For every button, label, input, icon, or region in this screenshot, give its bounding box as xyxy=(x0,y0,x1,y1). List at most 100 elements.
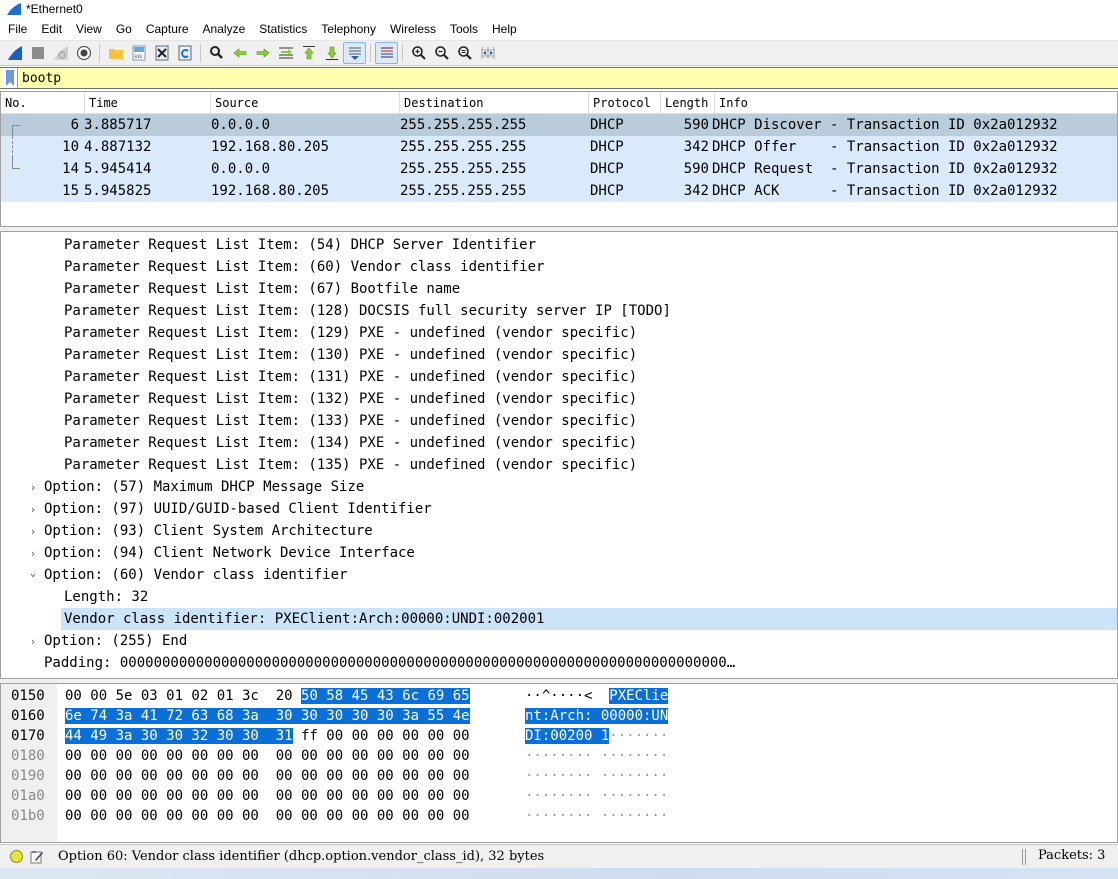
hex-bytes[interactable]: 00 00 00 00 00 00 00 00 00 00 00 00 00 0… xyxy=(65,786,470,806)
details-tree-item[interactable]: Parameter Request List Item: (128) DOCSI… xyxy=(1,300,1117,322)
hex-bytes[interactable]: 00 00 00 00 00 00 00 00 00 00 00 00 00 0… xyxy=(65,746,470,766)
hex-bytes-segment: 00 00 5e 03 01 02 01 3c 20 xyxy=(65,688,302,704)
details-tree-item[interactable]: Parameter Request List Item: (129) PXE -… xyxy=(1,322,1117,344)
details-tree-item[interactable]: › Option: (94) Client Network Device Inte… xyxy=(1,542,1117,564)
normal-size-button[interactable] xyxy=(453,42,476,64)
filter-bookmark-button[interactable] xyxy=(2,68,18,88)
packet-row[interactable]: 15 5.945825 192.168.80.205 255.255.255.2… xyxy=(1,180,1117,202)
menu-tools[interactable]: Tools xyxy=(443,22,485,36)
go-last-packet-button[interactable] xyxy=(320,42,343,64)
hex-bytes[interactable]: 44 49 3a 30 30 32 30 30 31 ff 00 00 00 0… xyxy=(65,726,470,746)
ascii-bytes[interactable]: nt:Arch: 00000:UN xyxy=(525,706,669,726)
hex-bytes[interactable]: 6e 74 3a 41 72 63 68 3a 30 30 30 30 30 3… xyxy=(65,706,470,726)
menu-analyze[interactable]: Analyze xyxy=(196,22,253,36)
bytes-row[interactable]: 01a0 00 00 00 00 00 00 00 00 00 00 00 00 … xyxy=(1,786,1117,806)
details-tree-item[interactable]: Parameter Request List Item: (135) PXE -… xyxy=(1,454,1117,476)
column-header-protocol[interactable]: Protocol xyxy=(589,92,661,114)
column-header-no[interactable]: No. xyxy=(1,92,85,114)
details-tree-item[interactable]: Parameter Request List Item: (134) PXE -… xyxy=(1,432,1117,454)
chevron-right-icon[interactable]: › xyxy=(27,477,39,499)
zoom-in-button[interactable] xyxy=(407,42,430,64)
menu-file[interactable]: File xyxy=(0,22,34,36)
stop-capture-button[interactable] xyxy=(26,42,49,64)
capture-comment-icon[interactable] xyxy=(30,850,44,864)
menu-edit[interactable]: Edit xyxy=(34,22,69,36)
go-first-packet-button[interactable] xyxy=(297,42,320,64)
details-tree-item[interactable]: Parameter Request List Item: (130) PXE -… xyxy=(1,344,1117,366)
save-file-button[interactable]: 010 xyxy=(127,42,150,64)
column-header-length[interactable]: Length xyxy=(661,92,715,114)
display-filter-input[interactable] xyxy=(18,68,1118,88)
details-tree-item[interactable]: Parameter Request List Item: (131) PXE -… xyxy=(1,366,1117,388)
auto-scroll-button[interactable] xyxy=(343,42,366,64)
details-tree-item-label: Parameter Request List Item: (60) Vendor… xyxy=(64,259,545,275)
details-tree-item[interactable]: ⌄ Option: (60) Vendor class identifier xyxy=(1,564,1117,586)
chevron-right-icon[interactable]: › xyxy=(27,521,39,543)
packet-list-rows: 6 3.885717 0.0.0.0 255.255.255.255 DHCP … xyxy=(1,114,1117,202)
menu-help[interactable]: Help xyxy=(485,22,524,36)
ascii-bytes[interactable]: DI:00200 1······· xyxy=(525,726,668,746)
details-tree-item[interactable]: Parameter Request List Item: (67) Bootfi… xyxy=(1,278,1117,300)
ascii-bytes[interactable]: ········ ········ xyxy=(525,746,668,766)
bytes-row[interactable]: 0150 00 00 5e 03 01 02 01 3c 20 50 58 45 … xyxy=(1,686,1117,706)
column-header-info[interactable]: Info xyxy=(715,92,1117,114)
ascii-bytes[interactable]: ········ ········ xyxy=(525,806,668,826)
column-header-destination[interactable]: Destination xyxy=(400,92,589,114)
details-tree-item[interactable]: Parameter Request List Item: (54) DHCP S… xyxy=(1,234,1117,256)
open-file-button[interactable] xyxy=(104,42,127,64)
ascii-bytes[interactable]: ··^····< PXEClie xyxy=(525,686,669,706)
chevron-right-icon[interactable]: › xyxy=(27,499,39,521)
go-to-packet-button[interactable] xyxy=(274,42,297,64)
status-separator xyxy=(1022,849,1026,865)
bytes-row[interactable]: 0180 00 00 00 00 00 00 00 00 00 00 00 00 … xyxy=(1,746,1117,766)
packet-row[interactable]: 14 5.945414 0.0.0.0 255.255.255.255 DHCP… xyxy=(1,158,1117,180)
details-tree-item[interactable]: › Option: (57) Maximum DHCP Message Size xyxy=(1,476,1117,498)
menu-go[interactable]: Go xyxy=(109,22,139,36)
zoom-out-button[interactable] xyxy=(430,42,453,64)
chevron-right-icon[interactable]: › xyxy=(27,631,39,653)
hex-bytes[interactable]: 00 00 5e 03 01 02 01 3c 20 50 58 45 43 6… xyxy=(65,686,470,706)
start-capture-button[interactable] xyxy=(3,42,26,64)
reload-file-button[interactable] xyxy=(173,42,196,64)
column-header-time[interactable]: Time xyxy=(85,92,211,114)
go-back-button[interactable] xyxy=(228,42,251,64)
ascii-bytes[interactable]: ········ ········ xyxy=(525,766,668,786)
menu-capture[interactable]: Capture xyxy=(139,22,196,36)
hex-bytes[interactable]: 00 00 00 00 00 00 00 00 00 00 00 00 00 0… xyxy=(65,766,470,786)
ascii-bytes[interactable]: ········ ········ xyxy=(525,786,668,806)
expert-info-led-icon[interactable] xyxy=(10,850,23,863)
packet-row[interactable]: 6 3.885717 0.0.0.0 255.255.255.255 DHCP … xyxy=(1,114,1117,136)
details-tree-item[interactable]: › Option: (93) Client System Architecture xyxy=(1,520,1117,542)
magnifier-icon xyxy=(209,46,223,59)
details-tree-item[interactable]: › Option: (97) UUID/GUID-based Client Ide… xyxy=(1,498,1117,520)
packet-row[interactable]: 10 4.887132 192.168.80.205 255.255.255.2… xyxy=(1,136,1117,158)
packet-count: Packets: 3 xyxy=(1038,848,1106,863)
bytes-row[interactable]: 01b0 00 00 00 00 00 00 00 00 00 00 00 00 … xyxy=(1,806,1117,826)
restart-capture-button[interactable] xyxy=(49,42,72,64)
details-tree-item[interactable]: Parameter Request List Item: (60) Vendor… xyxy=(1,256,1117,278)
close-file-button[interactable] xyxy=(150,42,173,64)
details-tree-item[interactable]: Parameter Request List Item: (132) PXE -… xyxy=(1,388,1117,410)
details-tree-item[interactable]: Parameter Request List Item: (133) PXE -… xyxy=(1,410,1117,432)
find-packet-button[interactable] xyxy=(205,42,228,64)
menu-view[interactable]: View xyxy=(69,22,109,36)
column-header-source[interactable]: Source xyxy=(211,92,400,114)
bytes-row[interactable]: 0190 00 00 00 00 00 00 00 00 00 00 00 00 … xyxy=(1,766,1117,786)
capture-options-button[interactable] xyxy=(72,42,95,64)
hex-bytes[interactable]: 00 00 00 00 00 00 00 00 00 00 00 00 00 0… xyxy=(65,806,470,826)
colorize-button[interactable] xyxy=(375,42,398,64)
hex-bytes-segment: 00 00 00 00 00 00 00 00 00 00 00 00 00 0… xyxy=(65,768,470,784)
menu-wireless[interactable]: Wireless xyxy=(383,22,443,36)
hex-bytes-highlighted: 50 58 45 43 6c 69 65 xyxy=(301,688,470,704)
menu-telephony[interactable]: Telephony xyxy=(314,22,383,36)
bytes-row[interactable]: 0170 44 49 3a 30 30 32 30 30 31 ff 00 00 … xyxy=(1,726,1117,746)
go-forward-button[interactable] xyxy=(251,42,274,64)
details-tree-item[interactable]: Vendor class identifier: PXEClient:Arch:… xyxy=(61,608,1117,630)
menu-statistics[interactable]: Statistics xyxy=(252,22,314,36)
resize-columns-button[interactable] xyxy=(476,42,499,64)
details-tree-item[interactable]: Padding: 0000000000000000000000000000000… xyxy=(1,652,1117,674)
details-tree-item[interactable]: Length: 32 xyxy=(1,586,1117,608)
details-tree-item[interactable]: › Option: (255) End xyxy=(1,630,1117,652)
chevron-down-icon[interactable]: ⌄ xyxy=(27,562,39,584)
bytes-row[interactable]: 0160 6e 74 3a 41 72 63 68 3a 30 30 30 30 … xyxy=(1,706,1117,726)
